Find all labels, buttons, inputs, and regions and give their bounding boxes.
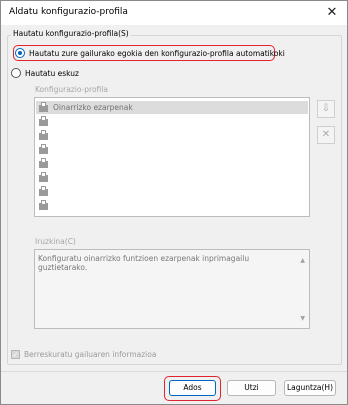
scroll-down-icon[interactable]: ▼ <box>300 315 305 322</box>
retrieve-info-option[interactable]: ✓ Berreskuratu gailuaren informazioa <box>11 350 156 359</box>
list-item[interactable] <box>36 143 53 156</box>
cancel-button[interactable]: Utzi <box>227 380 276 396</box>
list-item[interactable] <box>36 157 53 170</box>
radio-manual-option[interactable]: Hautatu eskuz <box>11 68 79 78</box>
printer-icon <box>38 200 49 211</box>
list-item[interactable] <box>36 115 53 128</box>
printer-icon <box>38 186 49 197</box>
list-item-label: Oinarrizko ezarpenak <box>53 103 133 112</box>
import-icon[interactable]: ⇩ <box>317 100 335 118</box>
delete-icon[interactable]: ✕ <box>317 126 335 144</box>
radio-manual-label: Hautatu eskuz <box>25 68 79 78</box>
printer-icon <box>38 102 49 113</box>
profile-listbox[interactable]: Oinarrizko ezarpenak <box>34 97 310 217</box>
close-icon[interactable]: ✕ <box>323 4 341 22</box>
list-item[interactable] <box>36 171 53 184</box>
title-bar: Aldatu konfigurazio-profila ✕ <box>1 1 347 25</box>
printer-icon <box>38 172 49 183</box>
dialog-title: Aldatu konfigurazio-profila <box>9 7 128 17</box>
printer-icon <box>38 144 49 155</box>
list-item[interactable] <box>36 129 53 142</box>
list-item[interactable]: Oinarrizko ezarpenak <box>36 101 308 114</box>
radio-auto-label: Hautatu zure gailurako egokia den konfig… <box>29 48 285 58</box>
list-item[interactable] <box>36 185 53 198</box>
printer-icon <box>38 130 49 141</box>
radio-manual[interactable] <box>11 68 21 78</box>
radio-auto-option[interactable]: Hautatu zure gailurako egokia den konfig… <box>15 48 285 58</box>
printer-icon <box>38 116 49 127</box>
radio-auto[interactable] <box>15 48 25 58</box>
help-button[interactable]: Laguntza(H) <box>284 380 336 396</box>
profile-group-label: Hautatu konfigurazio-profila(S) <box>11 29 131 38</box>
scroll-up-icon[interactable]: ▲ <box>300 257 305 264</box>
printer-icon <box>38 158 49 169</box>
footer-divider <box>1 371 347 372</box>
retrieve-info-label: Berreskuratu gailuaren informazioa <box>24 350 157 359</box>
retrieve-info-checkbox[interactable]: ✓ <box>11 350 20 359</box>
description-label: Iruzkina(C) <box>35 237 76 246</box>
description-textarea[interactable]: Konfiguratu oinarrizko funtzioen ezarpen… <box>34 249 310 329</box>
ok-button[interactable]: Ados <box>169 380 216 396</box>
description-text: Konfiguratu oinarrizko funtzioen ezarpen… <box>38 254 250 272</box>
list-item[interactable] <box>36 199 53 212</box>
change-profile-dialog: Aldatu konfigurazio-profila ✕ Hautatu ko… <box>0 0 348 405</box>
profile-list-label: Konfigurazio-profila <box>35 85 108 94</box>
